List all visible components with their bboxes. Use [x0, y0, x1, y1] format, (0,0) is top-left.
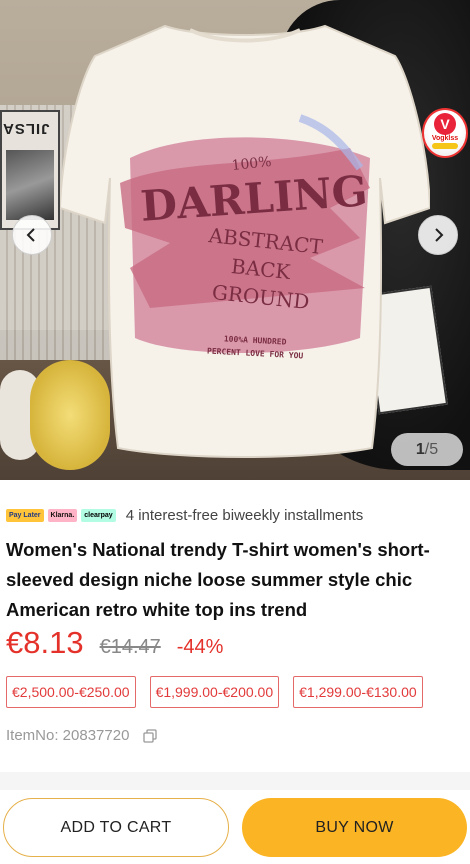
brand-logo-badge: V Vogklss — [422, 108, 468, 158]
product-image-gallery[interactable]: JILSA 100% DARLING ABSTRACT BACK GROUND … — [0, 0, 470, 480]
pager-current: 1 — [415, 440, 425, 458]
gallery-pager: 1/5 — [391, 433, 463, 466]
pager-total: 5 — [429, 440, 439, 458]
add-to-cart-button[interactable]: ADD TO CART — [3, 798, 229, 857]
tshirt-image: 100% DARLING ABSTRACT BACK GROUND 100%A … — [58, 8, 432, 463]
klarna-badge: Klarna. — [47, 508, 78, 522]
chevron-right-icon — [435, 228, 444, 242]
original-price: €14.47 — [99, 636, 161, 658]
book-text: JILSA — [2, 120, 50, 137]
gallery-prev-button[interactable] — [12, 215, 52, 255]
gallery-next-button[interactable] — [418, 215, 458, 255]
installments-row[interactable]: Pay Later Klarna. clearpay 4 interest-fr… — [6, 505, 363, 525]
product-title: Women's National trendy T-shirt women's … — [6, 539, 430, 620]
price-range-tag[interactable]: €1,299.00-€130.00 — [293, 676, 423, 708]
buy-now-button[interactable]: BUY NOW — [242, 798, 467, 857]
price-range-tag[interactable]: €2,500.00-€250.00 — [6, 676, 136, 708]
brand-logo-text: Vogklss — [431, 135, 459, 142]
current-price: €8.13 — [6, 625, 84, 660]
brand-logo-stripe — [432, 143, 458, 149]
item-number-text: ItemNo: 20837720 — [6, 727, 130, 744]
price-range-tag[interactable]: €1,999.00-€200.00 — [149, 676, 280, 708]
section-divider — [0, 772, 470, 790]
discount-badge: -44% — [176, 636, 224, 658]
paypal-badge: Pay Later — [6, 508, 44, 522]
background-photo — [6, 150, 54, 220]
installments-text: 4 interest-free biweekly installments — [125, 506, 364, 524]
brand-logo-icon: V — [434, 113, 456, 135]
price-row: €8.13 €14.47 -44% — [6, 625, 223, 661]
item-number: ItemNo: 20837720 — [6, 727, 158, 744]
product-page: JILSA 100% DARLING ABSTRACT BACK GROUND … — [0, 0, 470, 864]
bottom-action-bar: ADD TO CART BUY NOW — [0, 790, 470, 864]
price-range-list: €2,500.00-€250.00 €1,999.00-€200.00 €1,2… — [6, 676, 423, 708]
chevron-left-icon — [26, 228, 35, 242]
clearpay-badge: clearpay — [81, 508, 116, 522]
copy-icon[interactable] — [143, 728, 158, 743]
